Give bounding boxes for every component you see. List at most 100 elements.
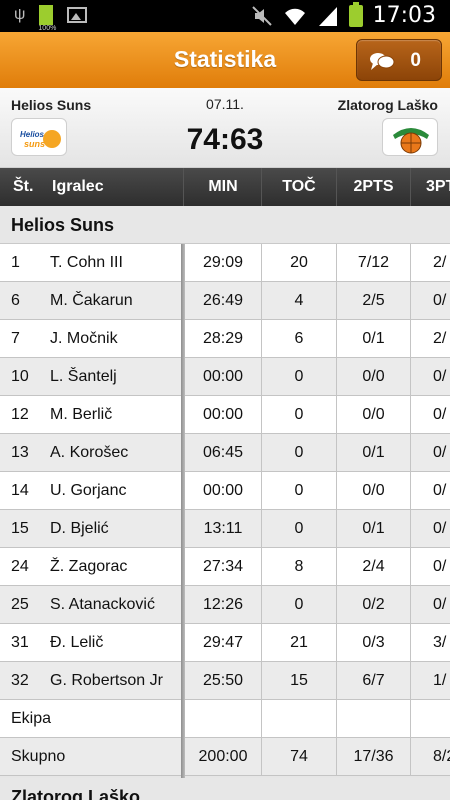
player-name: Đ. Lelič [50,634,104,651]
col-header-3pts[interactable]: 3PTS [426,168,450,206]
table-row[interactable]: 10 L. Šantelj 00:00 0 0/0 0/ [0,358,450,396]
battery-full-icon: 100% [38,5,56,32]
player-3pts: 0/ [433,482,447,499]
usb-icon: ψ [14,6,26,23]
player-2pts: 0/0 [362,406,385,423]
table-row[interactable]: 24 Ž. Zagorac 27:34 8 2/4 0/ [0,548,450,586]
player-number: 25 [11,596,29,613]
player-2pts: 6/7 [362,672,385,689]
status-time: 17:03 [372,3,436,28]
total-minutes: 200:00 [198,748,248,765]
player-minutes: 29:09 [202,254,244,271]
player-2pts: 7/12 [357,254,390,271]
col-header-2pts[interactable]: 2PTS [337,168,410,206]
player-2pts: 0/3 [362,634,385,651]
table-row[interactable]: 13 A. Korošec 06:45 0 0/1 0/ [0,434,450,472]
player-points: 4 [294,292,304,309]
player-3pts: 2/ [433,330,447,347]
player-number: 13 [11,444,29,461]
player-2pts: 0/1 [362,330,385,347]
battery-icon [348,1,363,27]
team-label: Ekipa [11,710,52,727]
player-name: T. Cohn III [50,254,123,271]
player-3pts: 0/ [433,292,447,309]
table-row-team[interactable]: Ekipa [0,700,450,738]
player-3pts: 0/ [433,406,447,423]
table-row[interactable]: 31 Đ. Lelič 29:47 21 0/3 3/ [0,624,450,662]
player-number: 32 [11,672,29,689]
player-minutes: 00:00 [202,406,244,423]
table-row[interactable]: 12 M. Berlič 00:00 0 0/0 0/ [0,396,450,434]
table-row[interactable]: 7 J. Močnik 28:29 6 0/1 2/ [0,320,450,358]
player-number: 24 [11,558,29,575]
total-2pts: 17/36 [353,748,394,765]
col-header-points[interactable]: TOČ [262,168,336,206]
section-home-team: Helios Suns [0,206,450,244]
player-minutes: 29:47 [202,634,244,651]
player-points: 20 [290,254,308,271]
player-number: 12 [11,406,29,423]
player-number: 6 [11,292,20,309]
player-points: 15 [290,672,308,689]
player-name: A. Korošec [50,444,129,461]
comments-button[interactable]: 0 [356,39,442,81]
status-bar: ψ 100% 17:03 [0,0,450,32]
player-name: U. Gorjanc [50,482,127,499]
app-header: Statistika 0 [0,32,450,88]
table-row[interactable]: 14 U. Gorjanc 00:00 0 0/0 0/ [0,472,450,510]
home-team-logo: Helios suns [11,118,67,156]
player-points: 21 [290,634,308,651]
wifi-icon [284,8,305,25]
player-minutes: 00:00 [202,482,244,499]
player-3pts: 0/ [433,520,447,537]
match-info: Helios Suns 07.11. Zlatorog Laško 74:63 … [0,88,450,168]
col-header-player: Igralec [52,178,104,195]
player-name: D. Bjelić [50,520,109,537]
table-row[interactable]: 25 S. Atanacković 12:26 0 0/2 0/ [0,586,450,624]
player-minutes: 28:29 [202,330,244,347]
player-3pts: 0/ [433,444,447,461]
total-label: Skupno [11,748,66,765]
player-name: Ž. Zagorac [50,558,128,575]
player-3pts: 0/ [433,558,447,575]
player-2pts: 0/1 [362,444,385,461]
player-minutes: 26:49 [202,292,244,309]
table-row[interactable]: 15 D. Bjelić 13:11 0 0/1 0/ [0,510,450,548]
app-root: ψ 100% 17:03 Statistika 0 Helios Suns 07… [0,0,450,800]
total-points: 74 [290,748,308,765]
table-row[interactable]: 1 T. Cohn III 29:09 20 7/12 2/ [0,244,450,282]
player-3pts: 2/ [433,254,447,271]
away-team-name: Zlatorog Laško [337,97,438,113]
team-points [262,700,336,738]
table-row-total[interactable]: Skupno 200:00 74 17/36 8/2 [0,738,450,776]
player-points: 0 [294,482,304,499]
frozen-column-divider [181,244,185,778]
col-header-min[interactable]: MIN [185,168,261,206]
player-minutes: 25:50 [202,672,244,689]
player-points: 6 [294,330,304,347]
player-2pts: 0/1 [362,520,385,537]
player-number: 14 [11,482,29,499]
battery-small-label: 100% [38,25,57,32]
total-3pts: 8/2 [433,748,450,765]
comments-icon [370,53,395,70]
table-row[interactable]: 6 M. Čakarun 26:49 4 2/5 0/ [0,282,450,320]
player-3pts: 3/ [433,634,447,651]
section-label-home: Helios Suns [11,215,115,235]
table-row[interactable]: 32 G. Robertson Jr 25:50 15 6/7 1/ [0,662,450,700]
player-minutes: 00:00 [202,368,244,385]
player-2pts: 2/4 [362,558,385,575]
svg-text:suns: suns [24,139,45,149]
player-2pts: 0/0 [362,368,385,385]
player-number: 10 [11,368,29,385]
player-name: M. Čakarun [50,292,133,309]
player-minutes: 12:26 [202,596,244,613]
player-points: 0 [294,444,304,461]
team-minutes [185,700,261,738]
player-name: M. Berlič [50,406,113,423]
svg-text:Helios: Helios [20,130,45,139]
player-points: 0 [294,368,304,385]
section-label-away: Zlatorog Laško [11,787,141,800]
player-name: G. Robertson Jr [50,672,163,689]
player-3pts: 1/ [433,672,447,689]
